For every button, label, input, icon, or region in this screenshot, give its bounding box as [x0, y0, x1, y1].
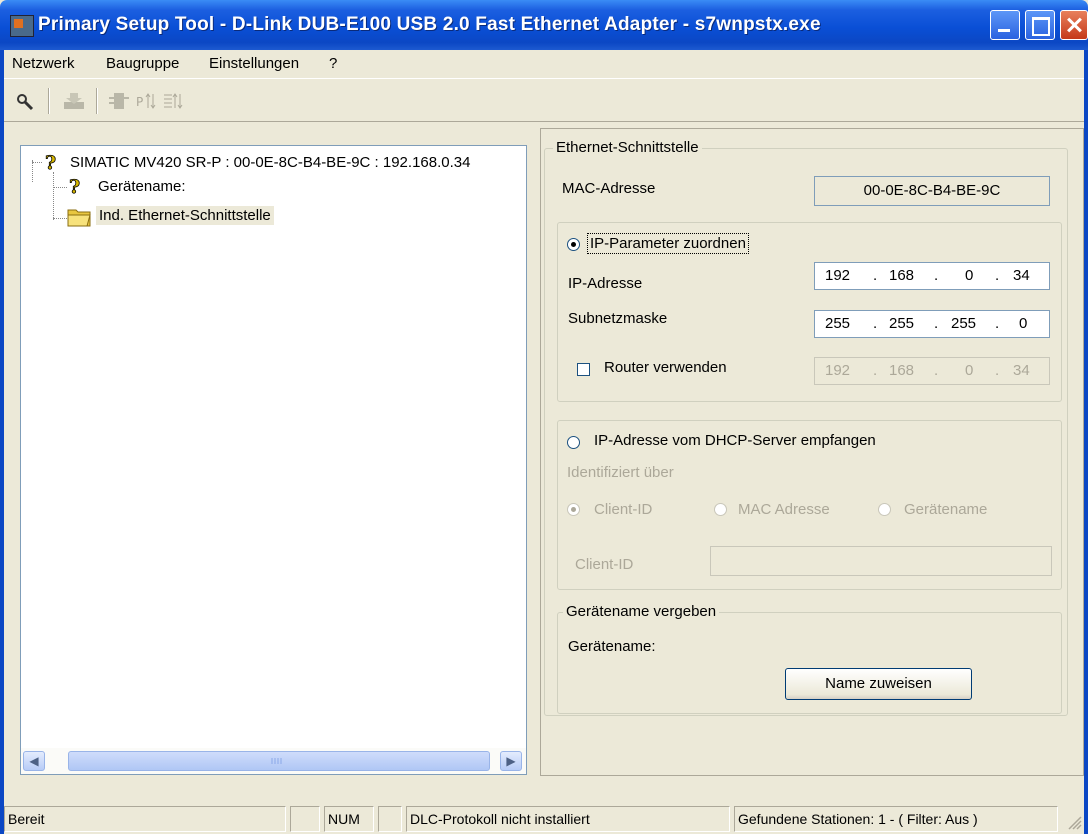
toolbar-separator [96, 88, 98, 114]
maximize-button[interactable] [1025, 10, 1055, 40]
ip-dot: . [934, 362, 939, 379]
status-stations: Gefundene Stationen: 1 - ( Filter: Aus ) [734, 806, 1058, 832]
window-frame-right [1084, 50, 1088, 834]
ip-assign-radio[interactable] [567, 238, 580, 251]
router-octet-3: 0 [965, 362, 974, 379]
ip-octet-2: 168 [889, 267, 915, 284]
ip-address-label: IP-Adresse [568, 275, 643, 292]
device-name-radio[interactable] [878, 503, 891, 516]
status-scroll [378, 806, 402, 832]
list-address-icon[interactable] [162, 91, 184, 111]
ip-dot: . [873, 315, 878, 332]
device-tree[interactable] [20, 145, 527, 775]
status-ready: Bereit [4, 806, 286, 832]
status-protocol: DLC-Protokoll nicht installiert [406, 806, 730, 832]
device-flash-icon[interactable] [108, 91, 130, 111]
menu-baugruppe[interactable]: Baugruppe [106, 55, 179, 72]
router-label[interactable]: Router verwenden [604, 359, 727, 376]
ip-dot: . [995, 362, 1000, 379]
subnet-octet-1: 255 [825, 315, 851, 332]
window-title: Primary Setup Tool - D-Link DUB-E100 USB… [38, 14, 821, 35]
mac-address-option-label[interactable]: MAC Adresse [738, 501, 830, 518]
svg-text:?: ? [69, 176, 80, 196]
client-id-input[interactable] [710, 546, 1052, 576]
app-icon [10, 15, 34, 37]
svg-text:P: P [136, 95, 143, 109]
subnet-octet-2: 255 [889, 315, 915, 332]
tree-item-ethernet[interactable]: Ind. Ethernet-Schnittstelle [96, 206, 274, 225]
question-icon: ? [44, 152, 60, 175]
client-id-radio[interactable] [567, 503, 580, 516]
ip-dot: . [873, 267, 878, 284]
resize-grip-icon[interactable] [1064, 812, 1082, 830]
folder-icon [67, 206, 93, 228]
tree-connector [53, 172, 54, 220]
client-id-option-label[interactable]: Client-ID [594, 501, 652, 518]
download-icon[interactable] [62, 91, 84, 111]
ip-dot: . [934, 267, 939, 284]
toolbar-separator [48, 88, 50, 114]
ip-dot: . [995, 267, 1000, 284]
router-checkbox[interactable] [577, 363, 590, 376]
assign-name-button[interactable]: Name zuweisen [785, 668, 972, 700]
ip-octet-4: 34 [1013, 267, 1030, 284]
ip-dot: . [873, 362, 878, 379]
ip-address-input[interactable]: 192 . 168 . 0 . 34 [814, 262, 1050, 290]
address-icon[interactable]: P [136, 91, 158, 111]
menu-einstellungen[interactable]: Einstellungen [209, 55, 299, 72]
router-octet-2: 168 [889, 362, 915, 379]
mac-address-radio[interactable] [714, 503, 727, 516]
ip-dot: . [934, 315, 939, 332]
tree-item-device-name[interactable]: Gerätename: [98, 178, 186, 195]
ip-assign-label[interactable]: IP-Parameter zuordnen [587, 233, 749, 254]
ip-octet-1: 192 [825, 267, 851, 284]
scrollbar-thumb[interactable] [68, 751, 490, 771]
client-id-label: Client-ID [575, 556, 634, 573]
scroll-right-button[interactable]: ▶ [500, 751, 522, 771]
ip-dot: . [995, 315, 1000, 332]
status-caps [290, 806, 320, 832]
subnet-label: Subnetzmaske [568, 310, 668, 327]
dhcp-radio[interactable] [567, 436, 580, 449]
tree-root-item[interactable]: SIMATIC MV420 SR-P : 00-0E-8C-B4-BE-9C :… [70, 154, 470, 171]
mac-label: MAC-Adresse [562, 180, 656, 197]
ip-octet-3: 0 [965, 267, 974, 284]
router-octet-4: 34 [1013, 362, 1030, 379]
menu-help[interactable]: ? [329, 55, 337, 72]
device-name-group-title: Gerätename vergeben [563, 603, 720, 620]
scroll-left-button[interactable]: ◀ [23, 751, 45, 771]
minimize-button[interactable] [990, 10, 1020, 40]
tree-connector [32, 162, 42, 163]
mac-address-field: 00-0E-8C-B4-BE-9C [814, 176, 1050, 206]
identified-by-label: Identifiziert über [567, 464, 674, 481]
menu-netzwerk[interactable]: Netzwerk [12, 55, 75, 72]
browse-icon[interactable] [14, 91, 36, 111]
router-address-input[interactable]: 192 . 168 . 0 . 34 [814, 357, 1050, 385]
router-octet-1: 192 [825, 362, 851, 379]
tree-connector [32, 160, 33, 182]
subnet-mask-input[interactable]: 255 . 255 . 255 . 0 [814, 310, 1050, 338]
ethernet-group-title: Ethernet-Schnittstelle [553, 139, 702, 156]
subnet-octet-4: 0 [1019, 315, 1028, 332]
status-num: NUM [324, 806, 374, 832]
svg-text:?: ? [45, 152, 56, 172]
subnet-octet-3: 255 [951, 315, 977, 332]
device-name-label: Gerätename: [568, 638, 656, 655]
dhcp-label[interactable]: IP-Adresse vom DHCP-Server empfangen [594, 432, 876, 449]
close-button[interactable] [1060, 10, 1088, 40]
device-name-option-label[interactable]: Gerätename [904, 501, 987, 518]
question-icon: ? [68, 176, 84, 199]
tree-connector [53, 187, 67, 188]
tree-connector [53, 218, 67, 219]
window-frame-left [0, 50, 4, 834]
